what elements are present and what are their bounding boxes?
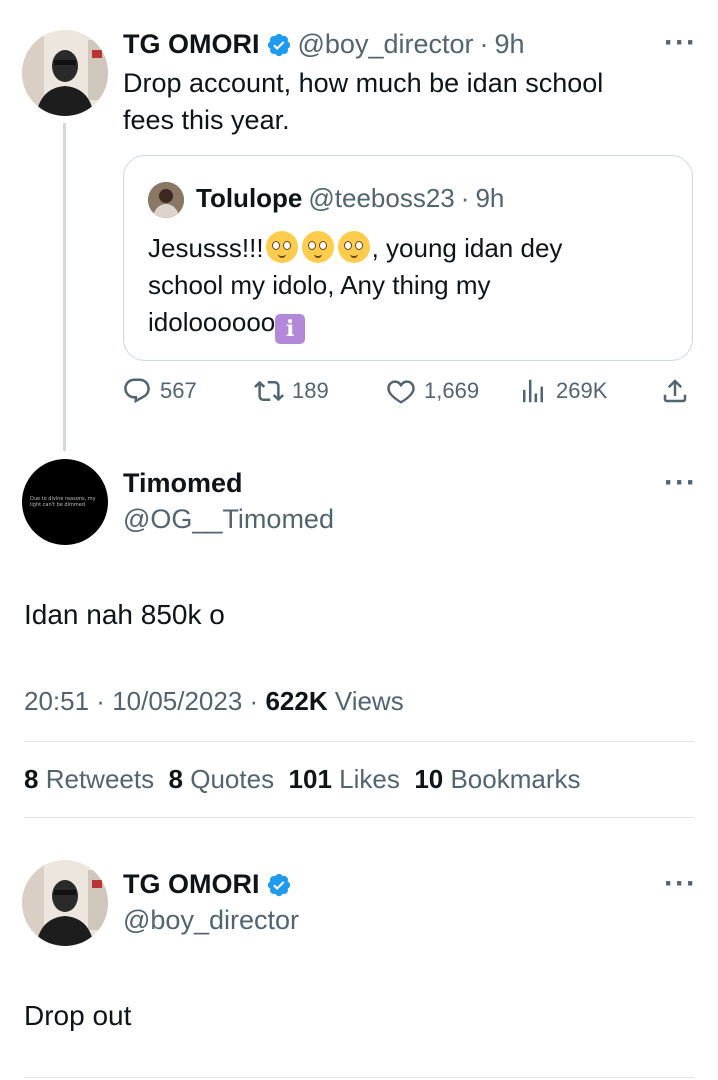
bottom-tweet-header: TG OMORI bbox=[123, 869, 292, 900]
bottom-author-handle[interactable]: @boy_director bbox=[123, 905, 299, 936]
main-tweet-line2: fees this year. bbox=[123, 105, 290, 135]
avatar-timomed[interactable]: Due to divine reasons, my light can't be… bbox=[22, 459, 108, 545]
engagement-stats: 8 Retweets 8 Quotes 101 Likes 10 Bookmar… bbox=[24, 764, 581, 795]
heart-icon bbox=[387, 380, 415, 404]
like-count: 1,669 bbox=[424, 378, 480, 403]
tweet-date[interactable]: 10/05/2023 bbox=[112, 686, 242, 716]
quotes-stat-count: 8 bbox=[168, 764, 184, 794]
like-button[interactable]: 1,669 bbox=[386, 376, 479, 406]
more-options-icon[interactable]: ··· bbox=[664, 468, 697, 498]
tweet-action-bar: 567 189 1,669 269K bbox=[122, 376, 694, 416]
views-total: 622K bbox=[265, 686, 328, 716]
avatar-tg-omori[interactable] bbox=[22, 30, 108, 116]
dot-separator: · bbox=[242, 686, 266, 716]
information-emoji-icon: i bbox=[275, 314, 306, 344]
quoted-tweet-header: Tolulope @teeboss23 · 9h bbox=[196, 183, 504, 214]
quoted-line2: school my idolo, Any thing my bbox=[148, 270, 491, 300]
reply-icon bbox=[124, 378, 150, 404]
divider bbox=[24, 1077, 694, 1078]
quoted-author-handle: @teeboss23 bbox=[308, 183, 455, 213]
dot-separator: · bbox=[479, 29, 489, 59]
retweets-stat-label: Retweets bbox=[45, 764, 155, 794]
bottom-author-name[interactable]: TG OMORI bbox=[123, 869, 260, 900]
author-handle[interactable]: @boy_director bbox=[298, 29, 474, 60]
pleading-face-emoji-icon bbox=[301, 231, 334, 263]
views-button[interactable]: 269K bbox=[518, 376, 607, 406]
quoted-tweet-time: 9h bbox=[475, 183, 505, 213]
thread-line bbox=[63, 123, 66, 451]
verified-badge-icon bbox=[267, 33, 290, 56]
divider bbox=[24, 741, 694, 742]
pleading-face-emoji-icon bbox=[265, 231, 298, 263]
reply-tweet-text: Idan nah 850k o bbox=[24, 599, 225, 630]
analytics-icon bbox=[523, 379, 543, 403]
avatar-tolulope bbox=[148, 182, 184, 218]
tweet-timestamp[interactable]: 20:51 bbox=[24, 686, 89, 716]
verified-badge-icon bbox=[267, 873, 290, 896]
quoted-line1-text: Jesusss!!! bbox=[148, 233, 264, 263]
quoted-author-name: Tolulope bbox=[196, 183, 303, 213]
tweet-time[interactable]: 9h bbox=[495, 29, 525, 60]
more-options-icon[interactable]: ··· bbox=[664, 869, 697, 899]
bottom-tweet-text: Drop out bbox=[24, 1000, 132, 1031]
quoted-line1: Jesusss!!! , young idan dey bbox=[148, 230, 678, 267]
avatar-caption: Due to divine reasons, my light can't be… bbox=[30, 496, 96, 508]
avatar-tg-omori[interactable] bbox=[22, 860, 108, 946]
likes-stat-count: 101 bbox=[288, 764, 332, 794]
quotes-stat-label: Quotes bbox=[190, 764, 275, 794]
share-button[interactable] bbox=[660, 376, 690, 406]
main-tweet-header: TG OMORI @boy_director · 9h bbox=[123, 29, 525, 60]
quoted-tweet-card[interactable]: Tolulope @teeboss23 · 9h Jesusss!!! , young… bbox=[123, 155, 693, 361]
reply-author-handle[interactable]: @OG__Timomed bbox=[123, 504, 334, 535]
retweets-stat[interactable]: 8 Retweets bbox=[24, 764, 154, 794]
quoted-line3-text: idoloooooo bbox=[148, 307, 276, 337]
quoted-line3: idoloooooo i bbox=[148, 304, 678, 344]
bookmarks-stat[interactable]: 10 Bookmarks bbox=[414, 764, 580, 794]
quoted-line1-rest: , young idan dey bbox=[371, 233, 563, 263]
tweet-metadata: 20:51 · 10/05/2023 · 622K Views bbox=[24, 686, 404, 717]
views-label: Views bbox=[334, 686, 404, 716]
retweet-icon bbox=[254, 380, 284, 402]
more-options-icon[interactable]: ··· bbox=[664, 28, 697, 58]
reply-button[interactable]: 567 bbox=[122, 376, 197, 406]
main-tweet-text: Drop account, how much be idan school fe… bbox=[123, 65, 683, 139]
quotes-stat[interactable]: 8 Quotes bbox=[169, 764, 275, 794]
retweets-stat-count: 8 bbox=[24, 764, 39, 794]
bookmarks-stat-label: Bookmarks bbox=[450, 764, 581, 794]
likes-stat-label: Likes bbox=[339, 764, 400, 794]
quoted-tweet-text: Jesusss!!! , young idan dey school my ido… bbox=[148, 230, 678, 344]
views-count: 269K bbox=[556, 378, 608, 403]
dot-separator: · bbox=[89, 686, 113, 716]
retweet-count: 189 bbox=[292, 378, 329, 403]
share-icon bbox=[663, 379, 687, 403]
likes-stat[interactable]: 101 Likes bbox=[289, 764, 400, 794]
author-name[interactable]: TG OMORI bbox=[123, 29, 260, 60]
reply-author-name[interactable]: Timomed bbox=[123, 468, 243, 499]
main-tweet-line1: Drop account, how much be idan school bbox=[123, 68, 604, 98]
bookmarks-stat-count: 10 bbox=[414, 764, 444, 794]
retweet-button[interactable]: 189 bbox=[254, 376, 329, 406]
divider bbox=[24, 817, 694, 818]
dot-separator: · bbox=[460, 183, 470, 213]
reply-count: 567 bbox=[160, 378, 197, 403]
pleading-face-emoji-icon bbox=[337, 231, 370, 263]
